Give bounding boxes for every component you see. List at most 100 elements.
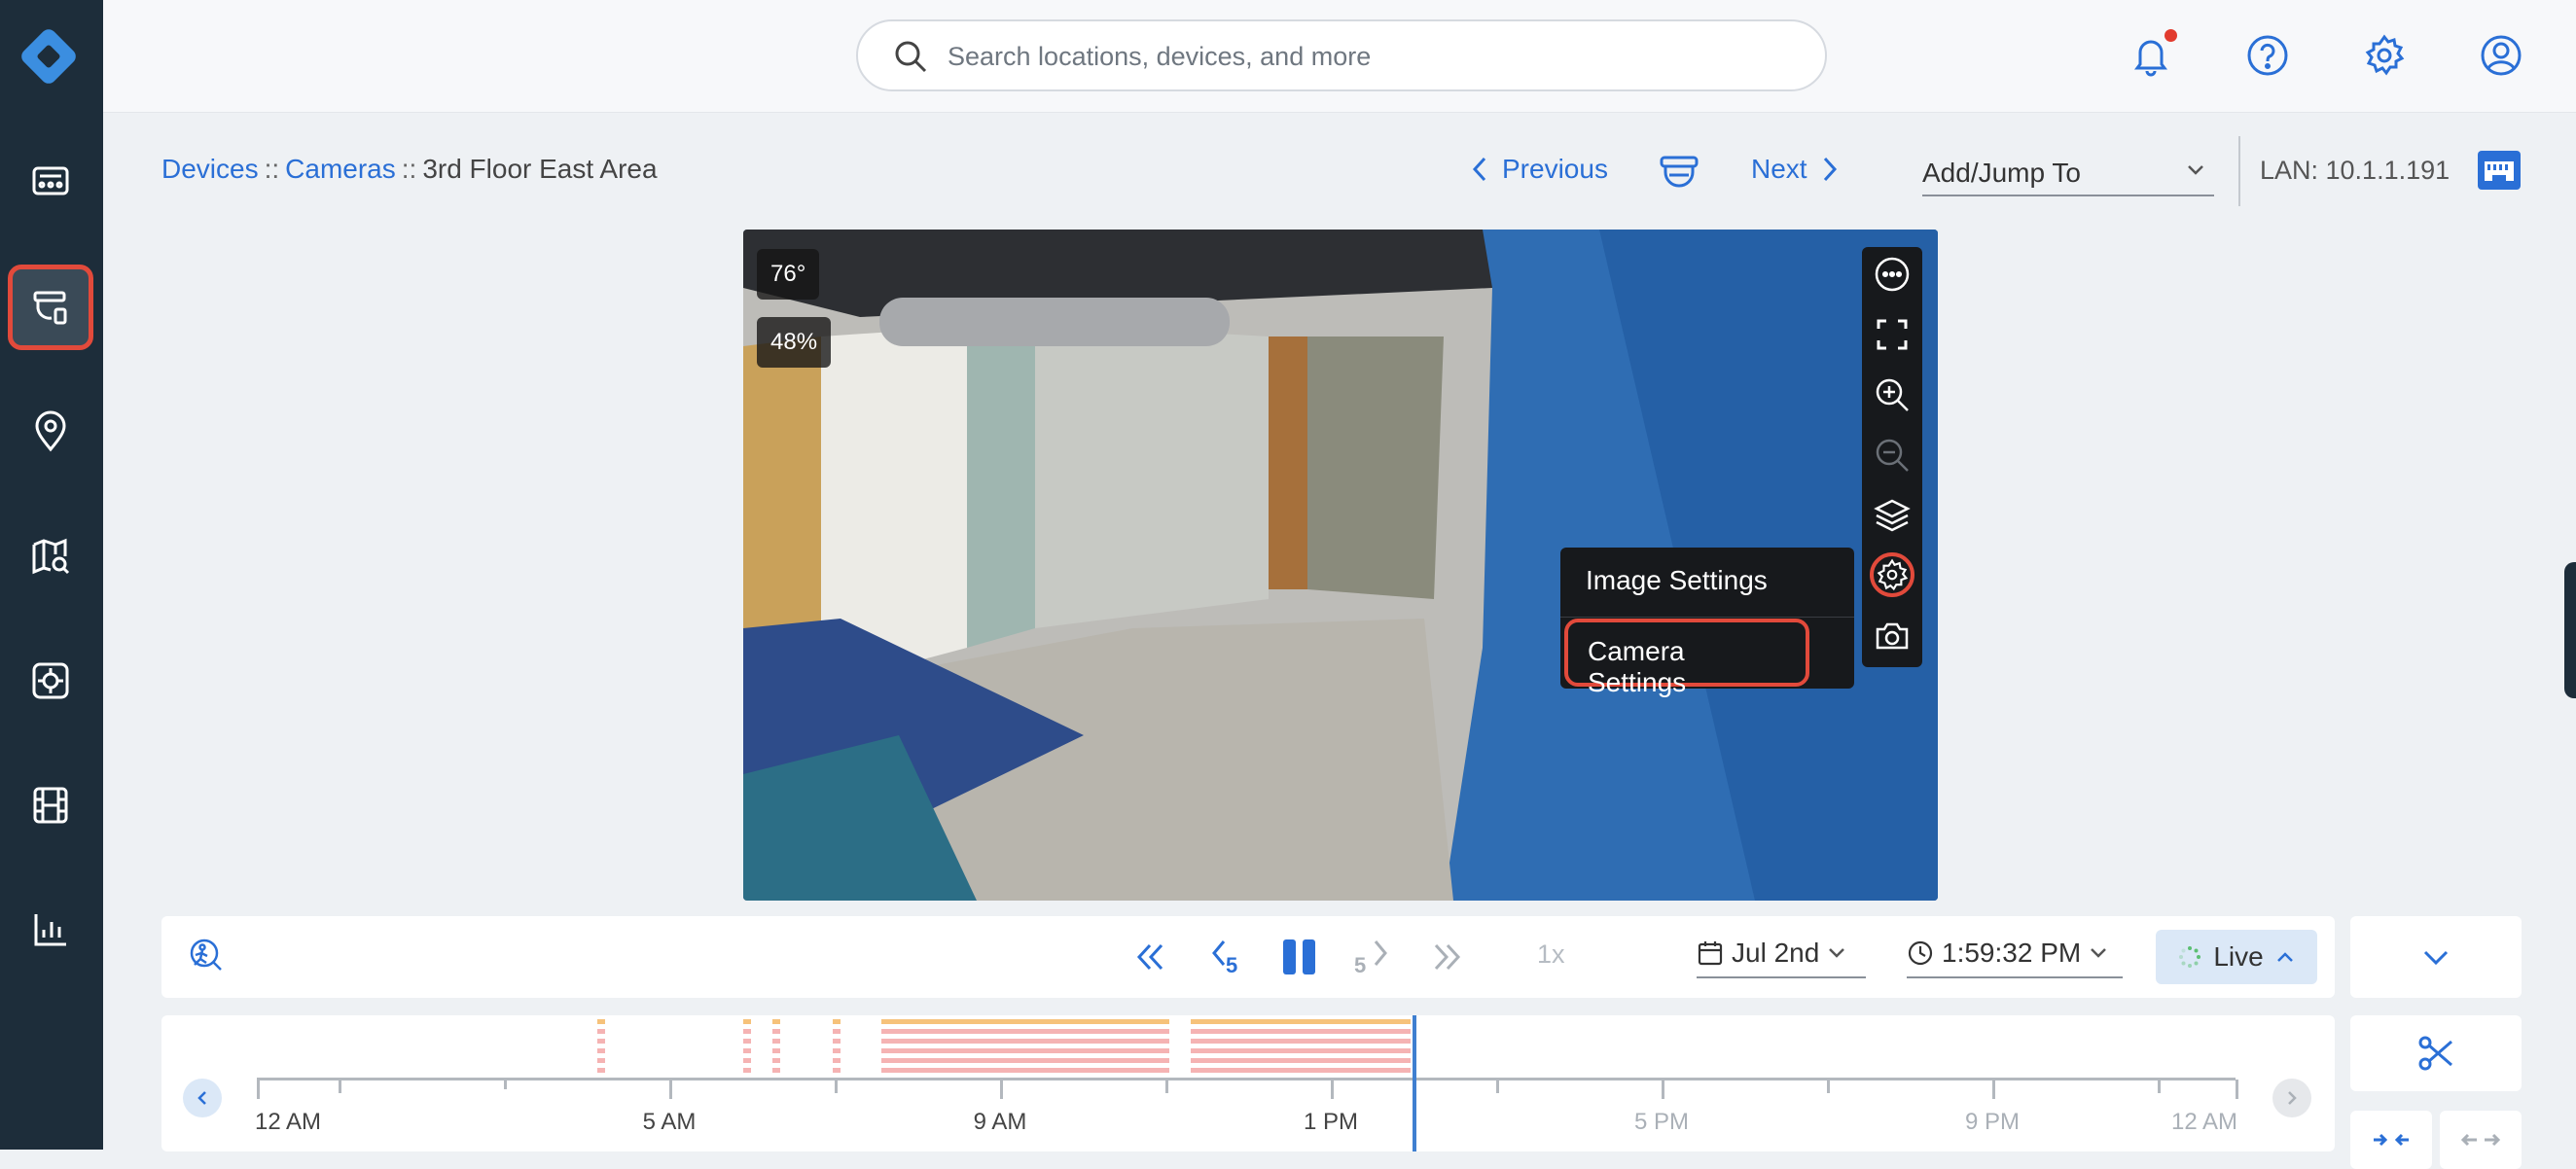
compress-arrows-icon	[2374, 1133, 2409, 1147]
film-icon	[33, 787, 68, 824]
user-avatar-icon[interactable]	[2479, 33, 2523, 78]
event-segment[interactable]	[1191, 1019, 1411, 1074]
skip-back-seconds: 5	[1226, 953, 1238, 977]
breadcrumb-devices[interactable]: Devices	[161, 154, 259, 184]
minor-tick	[2158, 1080, 2161, 1093]
playback-speed[interactable]: 1x	[1537, 939, 1565, 970]
location-pin-icon	[35, 410, 66, 452]
time-label: 12 AM	[2170, 1109, 2238, 1135]
sidebar-item-devices[interactable]	[8, 265, 93, 350]
event-segment[interactable]	[772, 1019, 780, 1074]
temperature-badge: 76°	[757, 249, 820, 300]
minor-tick	[1827, 1080, 1830, 1093]
more-options-icon[interactable]	[1873, 255, 1912, 294]
chevron-down-icon	[1829, 948, 1845, 958]
live-label: Live	[2213, 941, 2264, 972]
snapshot-camera-icon[interactable]	[1873, 617, 1912, 655]
sidebar-item-access[interactable]	[8, 638, 93, 724]
rewind-icon[interactable]	[1128, 936, 1171, 978]
major-tick	[257, 1080, 260, 1099]
search-icon	[895, 41, 927, 73]
date-picker[interactable]: Jul 2nd	[1697, 930, 1866, 978]
chevron-left-icon	[197, 1091, 206, 1105]
zoom-out-timeline-button[interactable]	[2440, 1111, 2522, 1169]
major-tick	[2236, 1080, 2238, 1099]
time-label: 5 AM	[642, 1109, 697, 1135]
zoom-out-icon[interactable]	[1873, 436, 1912, 475]
live-button[interactable]: Live	[2156, 930, 2317, 984]
minor-tick	[339, 1080, 341, 1093]
breadcrumb-separator: ::	[401, 154, 417, 184]
event-segment[interactable]	[597, 1019, 605, 1074]
sidebar-item-dashboard[interactable]	[8, 138, 93, 224]
major-tick	[1662, 1080, 1664, 1099]
time-label: 12 AM	[254, 1109, 322, 1135]
event-segment[interactable]	[881, 1019, 1169, 1074]
app-logo-icon[interactable]	[14, 21, 84, 91]
chevron-down-icon	[2423, 950, 2449, 966]
zoom-in-timeline-button[interactable]	[2350, 1111, 2432, 1169]
chevron-up-icon	[2276, 952, 2293, 962]
dashboard-icon	[32, 166, 69, 195]
minor-tick	[1165, 1080, 1168, 1093]
major-tick	[1331, 1080, 1334, 1099]
ethernet-port-icon	[2478, 151, 2521, 190]
next-button[interactable]: Next	[1751, 154, 1841, 185]
gear-icon	[1877, 558, 1909, 591]
time-label: 1 PM	[1303, 1109, 1359, 1135]
recording-timeline[interactable]: 12 AM 5 AM 9 AM 1 PM 5 PM 9 PM 12 AM	[161, 1015, 2335, 1151]
camera-device-icon	[33, 291, 67, 325]
timeline-back-button[interactable]	[183, 1079, 222, 1117]
collapse-panel-button[interactable]	[2350, 916, 2522, 998]
clip-scissors-button[interactable]	[2350, 1015, 2522, 1091]
side-panel-handle[interactable]	[2564, 562, 2576, 698]
help-icon[interactable]	[2245, 33, 2290, 78]
camera-dome-icon[interactable]	[1658, 152, 1700, 191]
skip-forward-seconds: 5	[1354, 953, 1367, 977]
skip-back-5-button[interactable]: 5	[1204, 936, 1247, 978]
add-jump-to-select[interactable]: Add/Jump To	[1922, 148, 2214, 196]
skip-forward-5-button[interactable]: 5	[1352, 936, 1395, 978]
next-label: Next	[1751, 154, 1807, 184]
gear-icon[interactable]	[2362, 33, 2407, 78]
minor-tick	[504, 1080, 507, 1089]
layers-icon[interactable]	[1873, 496, 1912, 535]
timeline-forward-button[interactable]	[2272, 1079, 2311, 1117]
playhead-cursor[interactable]	[1413, 1015, 1416, 1151]
zoom-in-icon[interactable]	[1873, 375, 1912, 414]
sidebar-item-clips[interactable]	[8, 762, 93, 848]
time-value: 1:59:32 PM	[1942, 938, 2082, 968]
event-segment[interactable]	[743, 1019, 751, 1074]
bar-chart-icon	[34, 914, 66, 946]
camera-settings-item[interactable]: Camera Settings	[1564, 619, 1809, 697]
settings-gear-button[interactable]	[1870, 552, 1914, 597]
search-input[interactable]	[946, 33, 1786, 80]
previous-label: Previous	[1502, 154, 1608, 184]
sidebar-item-analytics[interactable]	[8, 887, 93, 973]
fullscreen-icon[interactable]	[1873, 315, 1912, 354]
motion-search-icon[interactable]	[181, 936, 224, 978]
playback-controls: 5 5 1x Jul 2nd 1:59:32 PM Live	[161, 916, 2335, 998]
pause-icon[interactable]	[1278, 936, 1321, 978]
map-search-icon	[32, 538, 70, 575]
notification-dot	[2165, 29, 2177, 42]
chevron-left-icon	[1472, 157, 1486, 182]
time-picker[interactable]: 1:59:32 PM	[1907, 930, 2123, 978]
breadcrumb-cameras[interactable]: Cameras	[285, 154, 396, 184]
sidebar-item-map-search[interactable]	[8, 514, 93, 599]
chevron-down-icon	[2091, 948, 2107, 958]
major-tick	[1992, 1080, 1995, 1099]
image-settings-item[interactable]: Image Settings	[1560, 548, 1854, 616]
sidebar-item-locations[interactable]	[8, 389, 93, 475]
global-search[interactable]	[856, 19, 1827, 91]
divider	[2238, 136, 2240, 206]
fast-forward-icon[interactable]	[1426, 936, 1469, 978]
event-segment[interactable]	[833, 1019, 841, 1074]
previous-button[interactable]: Previous	[1469, 154, 1608, 185]
chevron-right-icon	[1823, 157, 1837, 182]
breadcrumb: Devices:: Cameras:: 3rd Floor East Area	[161, 154, 658, 185]
scissors-icon	[2418, 1036, 2452, 1071]
major-tick	[1000, 1080, 1003, 1099]
major-tick	[669, 1080, 672, 1099]
sidebar	[0, 0, 103, 1150]
